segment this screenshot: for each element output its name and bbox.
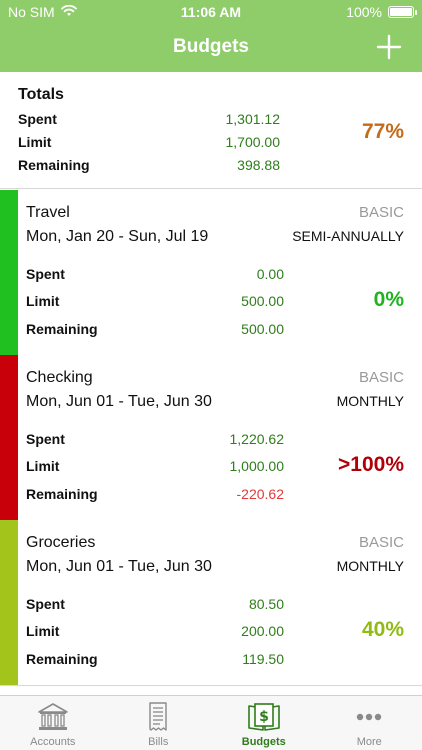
totals-limit-label: Limit: [18, 134, 52, 150]
svg-text:$: $: [259, 709, 269, 725]
bank-icon: [35, 702, 71, 732]
budget-remaining-value: 500.00: [241, 321, 284, 337]
budget-remaining-value: 119.50: [242, 651, 284, 667]
receipt-icon: [140, 702, 176, 732]
budget-spent-label: Spent: [26, 596, 65, 612]
budget-percent: 0%: [373, 288, 404, 311]
budget-spent-label: Spent: [26, 431, 65, 447]
more-dots-icon: [351, 702, 387, 732]
budget-limit-label: Limit: [26, 293, 60, 309]
budget-remaining-label: Remaining: [26, 651, 98, 667]
budget-spent-value: 0.00: [256, 266, 284, 282]
plus-icon: [376, 34, 402, 60]
budget-limit-value: 200.00: [241, 623, 284, 639]
page-title: Budgets: [173, 36, 249, 57]
budget-percent: 40%: [361, 618, 404, 641]
tab-accounts[interactable]: Accounts: [0, 696, 106, 750]
budget-remaining-label: Remaining: [26, 486, 98, 502]
top-bar: No SIM 11:06 AM 100% Budgets: [0, 0, 422, 72]
budget-name: Travel: [26, 204, 70, 221]
budget-dates: Mon, Jun 01 - Tue, Jun 30: [26, 393, 212, 410]
budget-status-stripe: [0, 520, 18, 685]
totals-section: Totals Spent Limit Remaining 1,301.12 1,…: [0, 72, 422, 189]
budget-status-stripe: [0, 190, 18, 355]
tab-label: Accounts: [30, 736, 76, 748]
tab-label: More: [356, 736, 382, 748]
budget-card-groceries[interactable]: Groceries Mon, Jun 01 - Tue, Jun 30 BASI…: [0, 520, 422, 686]
budget-name: Checking: [26, 369, 93, 386]
budget-status-stripe: [0, 355, 18, 520]
totals-percent: 77%: [361, 120, 404, 143]
budget-period: MONTHLY: [336, 393, 404, 409]
totals-remaining-label: Remaining: [18, 157, 90, 173]
battery-icon: [388, 6, 417, 18]
tab-budgets[interactable]: $ Budgets: [211, 696, 317, 750]
budget-period: MONTHLY: [336, 558, 404, 574]
budget-type: BASIC: [358, 204, 404, 221]
budget-spent-label: Spent: [26, 266, 65, 282]
battery-percent: 100%: [346, 4, 382, 20]
totals-remaining-value: 398.88: [237, 157, 280, 173]
budget-limit-value: 1,000.00: [229, 458, 285, 474]
budget-limit-label: Limit: [26, 458, 60, 474]
tab-label: Bills: [148, 736, 169, 748]
budget-percent: >100%: [338, 453, 404, 476]
tab-more[interactable]: More: [317, 696, 422, 750]
add-budget-button[interactable]: [374, 32, 404, 62]
tab-label: Budgets: [241, 736, 286, 748]
budget-limit-value: 500.00: [241, 293, 284, 309]
navigation-bar: Budgets: [0, 24, 422, 72]
budget-card-travel[interactable]: Travel Mon, Jan 20 - Sun, Jul 19 BASIC S…: [0, 190, 422, 356]
totals-spent-label: Spent: [18, 111, 57, 127]
budget-remaining-label: Remaining: [26, 321, 98, 337]
budget-type: BASIC: [358, 534, 404, 551]
totals-spent-value: 1,301.12: [225, 111, 281, 127]
budget-name: Groceries: [26, 534, 96, 551]
totals-limit-value: 1,700.00: [225, 134, 281, 150]
budget-card-checking[interactable]: Checking Mon, Jun 01 - Tue, Jun 30 BASIC…: [0, 355, 422, 521]
budget-type: BASIC: [358, 369, 404, 386]
budget-period: SEMI-ANNUALLY: [292, 228, 404, 244]
budget-limit-label: Limit: [26, 623, 60, 639]
status-bar: No SIM 11:06 AM 100%: [0, 0, 422, 24]
budget-book-icon: $: [246, 702, 282, 732]
status-right: 100%: [346, 4, 417, 20]
budget-spent-value: 1,220.62: [229, 431, 285, 447]
budget-remaining-value: -220.62: [236, 486, 284, 502]
tab-bills[interactable]: Bills: [106, 696, 212, 750]
tab-bar: Accounts Bills $ Budgets More: [0, 695, 422, 750]
budget-dates: Mon, Jun 01 - Tue, Jun 30: [26, 558, 212, 575]
totals-heading: Totals: [18, 86, 64, 103]
budget-spent-value: 80.50: [248, 596, 284, 612]
budget-dates: Mon, Jan 20 - Sun, Jul 19: [26, 228, 209, 245]
